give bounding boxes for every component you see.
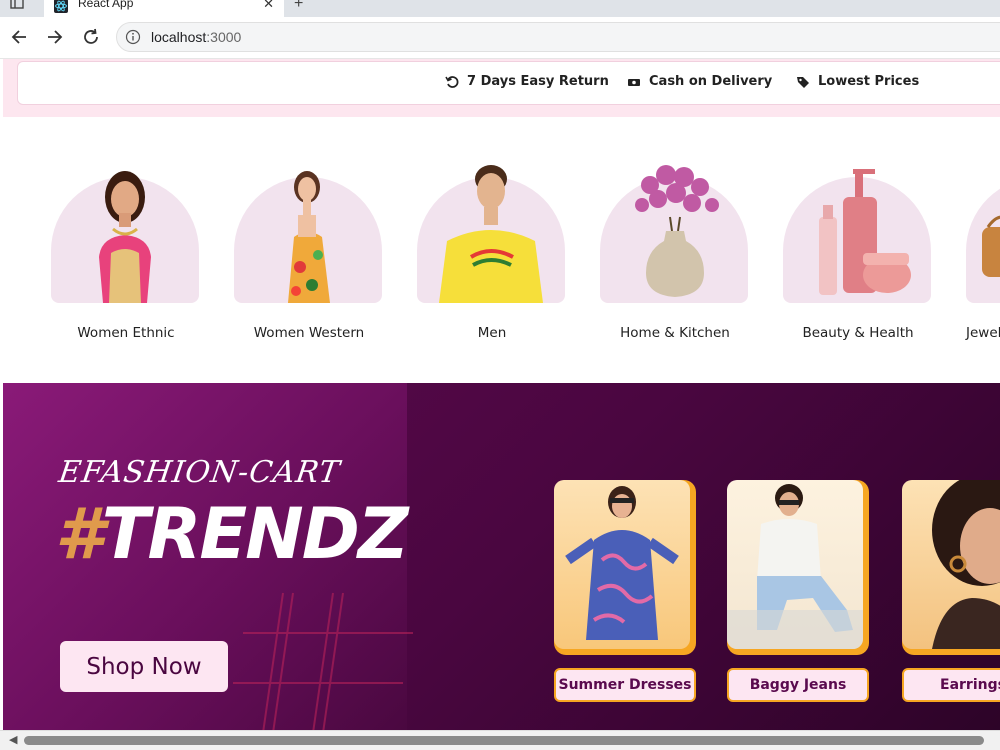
- scroll-left-arrow-icon[interactable]: ◀: [9, 733, 17, 746]
- trend-card-image: [554, 480, 690, 649]
- category-home-kitchen[interactable]: Home & Kitchen: [600, 157, 750, 347]
- category-label: Women Western: [253, 325, 365, 341]
- promo-label: Cash on Delivery: [649, 74, 773, 89]
- url-host: localhost: [151, 29, 207, 45]
- category-label: Women Ethnic: [77, 325, 175, 341]
- baggy-jeans-figure: [727, 484, 863, 649]
- tag-icon: [797, 76, 809, 88]
- promo-label: 7 Days Easy Return: [467, 74, 609, 89]
- back-arrow-icon[interactable]: [8, 26, 30, 48]
- trend-card-frame: [727, 480, 869, 655]
- return-icon: [445, 75, 459, 88]
- horizontal-scrollbar[interactable]: ◀: [0, 730, 1000, 750]
- beauty-health-image: [819, 169, 911, 295]
- browser-toolbar: localhost:3000: [0, 17, 1000, 59]
- brand-word: TRENDZ: [101, 493, 409, 575]
- trend-label[interactable]: Earrings: [902, 668, 1000, 702]
- promo-item-return: 7 Days Easy Return: [445, 74, 609, 89]
- category-women-western[interactable]: Women Western: [234, 157, 384, 347]
- brand-title: #TRENDZ: [55, 493, 409, 575]
- address-bar[interactable]: localhost:3000: [116, 22, 1000, 52]
- trend-label[interactable]: Baggy Jeans: [727, 668, 869, 702]
- shop-now-button[interactable]: Shop Now: [60, 641, 228, 692]
- promo-bar: 7 Days Easy Return Cash on Delivery Lowe…: [17, 61, 1000, 105]
- category-label: Beauty & Health: [802, 325, 914, 341]
- site-info-icon[interactable]: [125, 29, 141, 45]
- tab-title: React App: [78, 0, 134, 10]
- browser-tab[interactable]: React App ✕: [44, 0, 284, 17]
- trend-card-frame: [554, 480, 696, 655]
- category-label: Jewel: [966, 325, 1000, 341]
- brand-hash: #: [55, 493, 104, 575]
- new-tab-button[interactable]: +: [294, 0, 303, 13]
- men-image: [439, 165, 543, 303]
- promo-label: Lowest Prices: [818, 74, 920, 89]
- browser-tab-bar: React App ✕ +: [0, 0, 1000, 17]
- trend-label[interactable]: Summer Dresses: [554, 668, 696, 702]
- category-row: Women Ethnic Women Western Men Home & Ki…: [3, 117, 1000, 383]
- sidebar-toggle-icon[interactable]: [6, 0, 28, 14]
- women-ethnic-image: [99, 171, 151, 303]
- url-text[interactable]: localhost:3000: [151, 29, 241, 45]
- page-content: 7 Days Easy Return Cash on Delivery Lowe…: [3, 59, 1000, 730]
- scrollbar-thumb[interactable]: [24, 736, 984, 745]
- trend-card-image: [902, 480, 1000, 649]
- summer-dress-figure: [565, 486, 679, 640]
- jewellery-image: [982, 215, 1000, 277]
- category-women-ethnic[interactable]: Women Ethnic: [51, 157, 201, 347]
- category-men[interactable]: Men: [417, 157, 567, 347]
- forward-arrow-icon[interactable]: [44, 26, 66, 48]
- react-icon: [54, 0, 68, 13]
- trend-card-frame: [902, 480, 1000, 655]
- cash-icon: [628, 78, 640, 86]
- banner-brand-panel: EFASHION-CART #TRENDZ Shop Now: [3, 383, 413, 730]
- earrings-figure: [932, 480, 1000, 649]
- promo-strip: 7 Days Easy Return Cash on Delivery Lowe…: [3, 59, 1000, 117]
- category-jewellery[interactable]: Jewel: [966, 157, 1000, 347]
- trend-card-image: [727, 480, 863, 649]
- promo-item-prices: Lowest Prices: [796, 74, 919, 89]
- trendz-banner: EFASHION-CART #TRENDZ Shop Now Summer Dr…: [3, 383, 1000, 730]
- brand-tagline: EFASHION-CART: [56, 455, 343, 490]
- reload-icon[interactable]: [80, 26, 102, 48]
- category-label: Home & Kitchen: [620, 325, 730, 341]
- category-label: Men: [477, 325, 507, 341]
- women-western-image: [288, 171, 330, 303]
- promo-item-cod: Cash on Delivery: [627, 74, 772, 89]
- tab-close-icon[interactable]: ✕: [263, 0, 274, 12]
- url-port: :3000: [206, 29, 242, 45]
- category-beauty-health[interactable]: Beauty & Health: [783, 157, 933, 347]
- hash-decoration: [233, 592, 413, 730]
- home-kitchen-image: [635, 165, 719, 297]
